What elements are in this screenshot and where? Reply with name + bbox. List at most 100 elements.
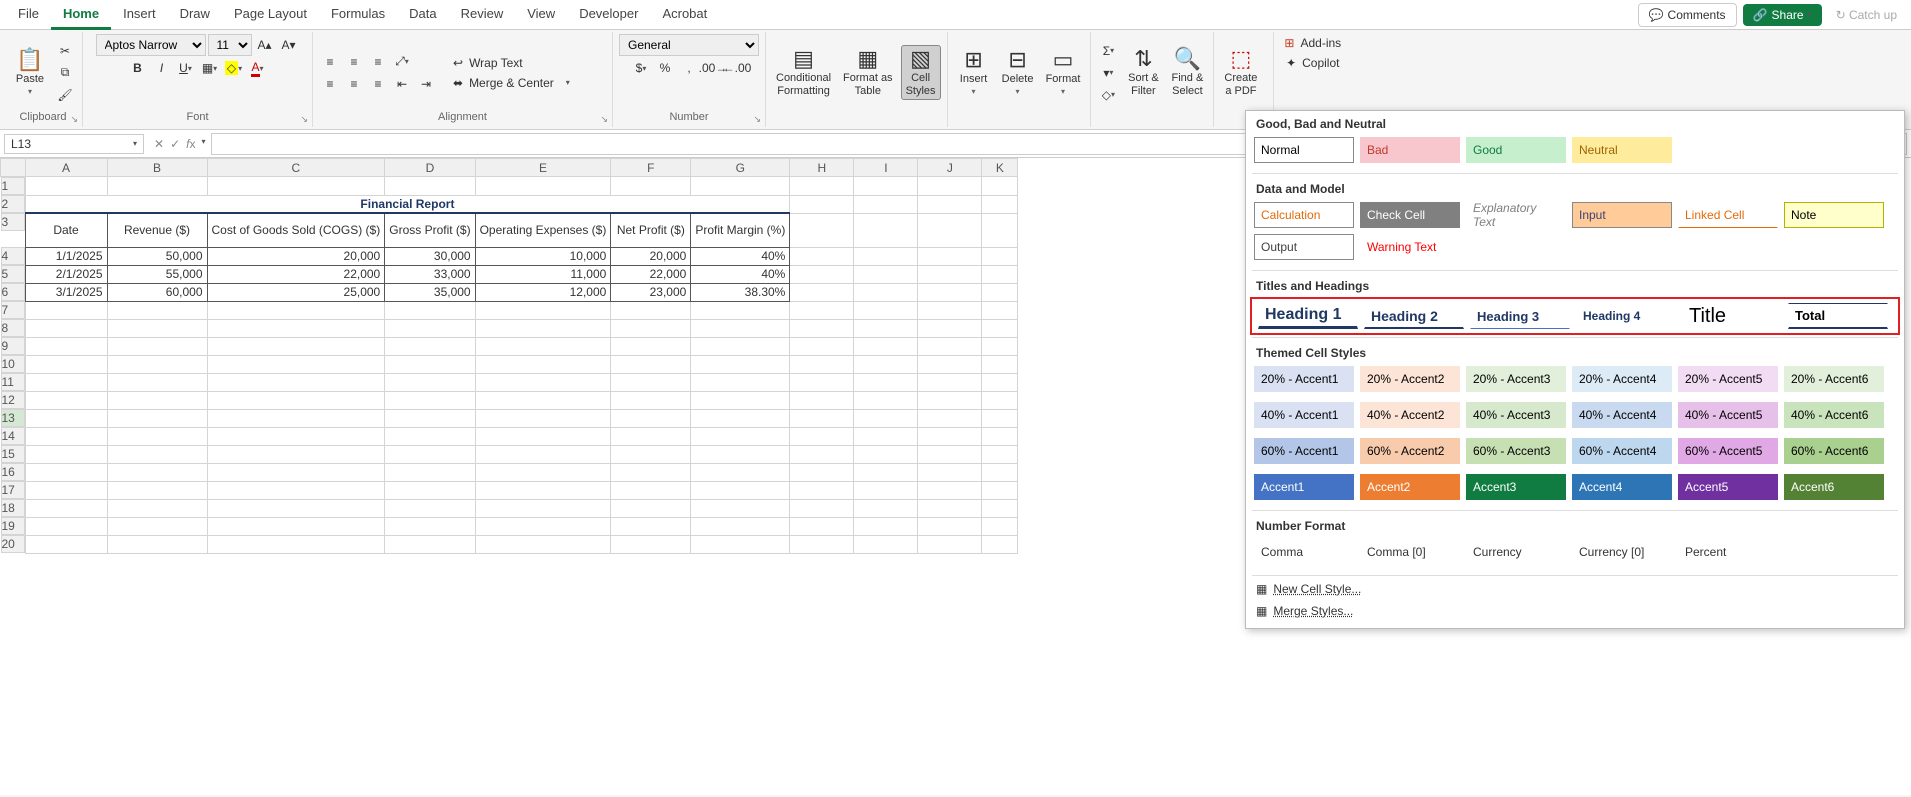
cell[interactable]	[25, 373, 107, 391]
addins-button[interactable]: ⊞Add-ins	[1280, 34, 1345, 52]
cell[interactable]	[207, 481, 385, 499]
cell[interactable]	[385, 481, 475, 499]
cell[interactable]	[691, 445, 790, 463]
style-60-accent6[interactable]: 60% - Accent6	[1784, 438, 1884, 464]
format-cells-button[interactable]: ▭Format▾	[1042, 47, 1085, 98]
cell[interactable]	[854, 337, 918, 355]
cell[interactable]: 40%	[691, 265, 790, 283]
cell[interactable]	[25, 177, 107, 196]
cell[interactable]	[790, 499, 854, 517]
cell[interactable]	[611, 391, 691, 409]
cell[interactable]	[918, 195, 982, 213]
cell[interactable]	[385, 355, 475, 373]
cell[interactable]	[982, 391, 1018, 409]
cell[interactable]	[982, 499, 1018, 517]
cell[interactable]	[25, 481, 107, 499]
cell[interactable]	[25, 535, 107, 553]
cell[interactable]	[611, 463, 691, 481]
row-header[interactable]: 3	[1, 213, 25, 231]
style-heading-4[interactable]: Heading 4	[1576, 303, 1676, 329]
italic-button[interactable]: I	[151, 58, 173, 78]
cell[interactable]: 11,000	[475, 265, 611, 283]
enter-icon[interactable]: ✓	[170, 137, 180, 151]
cell[interactable]	[918, 535, 982, 553]
find-select-button[interactable]: 🔍Find & Select	[1167, 46, 1207, 98]
cell[interactable]	[691, 427, 790, 445]
cell[interactable]	[918, 481, 982, 499]
underline-button[interactable]: U▾	[175, 58, 197, 78]
cell[interactable]: 3/1/2025	[25, 283, 107, 301]
cell[interactable]	[982, 265, 1018, 283]
cell[interactable]	[691, 391, 790, 409]
cell[interactable]	[475, 445, 611, 463]
cell[interactable]	[691, 463, 790, 481]
style-explanatory-text[interactable]: Explanatory Text	[1466, 202, 1566, 228]
cell[interactable]	[854, 301, 918, 319]
catchup-button[interactable]: ↻ Catch up	[1828, 4, 1905, 26]
cell[interactable]: 35,000	[385, 283, 475, 301]
cell[interactable]	[25, 301, 107, 319]
cell[interactable]	[982, 373, 1018, 391]
cell[interactable]	[918, 463, 982, 481]
style-total[interactable]: Total	[1788, 303, 1888, 329]
cell[interactable]	[611, 499, 691, 517]
row-header[interactable]: 18	[1, 499, 25, 517]
cell[interactable]	[982, 535, 1018, 553]
style-60-accent3[interactable]: 60% - Accent3	[1466, 438, 1566, 464]
merge-center-button[interactable]: ⬌ Merge & Center ▾	[449, 74, 574, 92]
cell[interactable]	[385, 301, 475, 319]
increase-indent-button[interactable]: ⇥	[415, 74, 437, 94]
cell[interactable]	[207, 535, 385, 553]
cell[interactable]	[25, 355, 107, 373]
cell[interactable]	[790, 481, 854, 499]
cell[interactable]	[982, 427, 1018, 445]
style-accent4[interactable]: Accent4	[1572, 474, 1672, 500]
cell[interactable]: 10,000	[475, 247, 611, 265]
row-header[interactable]: 5	[1, 265, 25, 283]
row-header[interactable]: 2	[1, 195, 25, 213]
dialog-launcher-icon[interactable]: ↘	[300, 114, 308, 125]
font-color-button[interactable]: A▾	[247, 58, 269, 78]
cell[interactable]	[790, 283, 854, 301]
cut-button[interactable]: ✂	[54, 41, 76, 61]
cell[interactable]	[854, 373, 918, 391]
cell[interactable]	[475, 499, 611, 517]
cell[interactable]	[107, 319, 207, 337]
row-header[interactable]: 16	[1, 463, 25, 481]
style-currency[interactable]: Currency	[1466, 539, 1566, 565]
cell[interactable]	[385, 445, 475, 463]
copy-button[interactable]: ⧉	[54, 63, 76, 83]
cell[interactable]	[207, 409, 385, 427]
row-header[interactable]: 8	[1, 319, 25, 337]
cell[interactable]	[611, 535, 691, 553]
column-header[interactable]: C	[207, 159, 385, 177]
cell[interactable]	[982, 283, 1018, 301]
style-40-accent3[interactable]: 40% - Accent3	[1466, 402, 1566, 428]
style-60-accent5[interactable]: 60% - Accent5	[1678, 438, 1778, 464]
cell[interactable]	[918, 247, 982, 265]
cell[interactable]	[854, 535, 918, 553]
row-header[interactable]: 7	[1, 301, 25, 319]
cell[interactable]	[982, 481, 1018, 499]
cell[interactable]	[918, 391, 982, 409]
cell[interactable]	[854, 517, 918, 535]
cell[interactable]	[918, 283, 982, 301]
cell[interactable]: 60,000	[107, 283, 207, 301]
row-header[interactable]: 1	[1, 177, 25, 195]
dialog-launcher-icon[interactable]: ↘	[753, 114, 761, 125]
cell[interactable]	[854, 409, 918, 427]
style-warning-text[interactable]: Warning Text	[1360, 234, 1460, 260]
column-header[interactable]: G	[691, 159, 790, 177]
wrap-text-button[interactable]: ↩ Wrap Text	[449, 54, 574, 72]
cell[interactable]	[107, 427, 207, 445]
cell[interactable]	[107, 337, 207, 355]
currency-button[interactable]: $▾	[630, 58, 652, 78]
cell[interactable]	[25, 409, 107, 427]
cell[interactable]	[25, 463, 107, 481]
style-heading-1[interactable]: Heading 1	[1258, 303, 1358, 329]
cell[interactable]	[790, 213, 854, 247]
fx-icon[interactable]: fx	[186, 137, 195, 151]
cell[interactable]	[691, 535, 790, 553]
cell[interactable]: 25,000	[207, 283, 385, 301]
tab-page-layout[interactable]: Page Layout	[222, 0, 319, 30]
